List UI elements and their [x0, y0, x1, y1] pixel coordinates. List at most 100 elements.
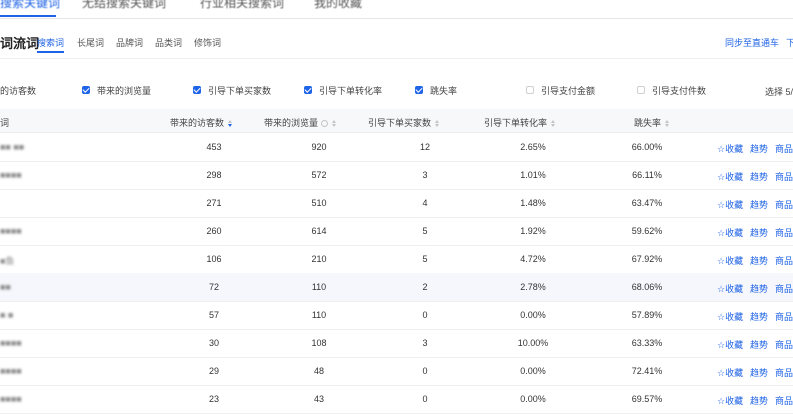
conversion-cell: 1.48%: [520, 198, 546, 208]
product-link[interactable]: 商品: [775, 366, 793, 379]
checkbox-icon[interactable]: [526, 86, 534, 94]
keyword-cell[interactable]: ■■■■: [0, 366, 22, 376]
top-tab-bar: 搜索关键词 无结搜索关键词 行业相关搜索词 我的收藏: [0, 0, 793, 19]
table-row: ■■■■ 298 572 3 1.01% 66.11% ☆收藏 趋势 商品: [0, 161, 793, 190]
download-link[interactable]: 下: [786, 36, 793, 49]
section-title: 词流词: [0, 36, 40, 51]
views-cell: 510: [311, 198, 327, 208]
column-order-conversion[interactable]: 引导下单转化率: [484, 116, 556, 129]
trend-link[interactable]: 趋势: [750, 338, 768, 351]
checkbox-icon[interactable]: [637, 86, 645, 94]
tab-my-favorites[interactable]: 我的收藏: [314, 0, 362, 11]
visitors-cell: 57: [208, 310, 220, 320]
collect-button[interactable]: ☆收藏: [717, 310, 743, 323]
keyword-cell[interactable]: ■ ■: [0, 310, 13, 320]
checkbox-icon[interactable]: [304, 86, 312, 94]
trend-link[interactable]: 趋势: [750, 170, 768, 183]
tab-industry-keywords[interactable]: 行业相关搜索词: [200, 0, 284, 11]
trend-link[interactable]: 趋势: [750, 394, 768, 407]
product-link[interactable]: 商品: [775, 142, 793, 155]
keyword-cell[interactable]: ■■■■: [0, 226, 22, 236]
column-visitors[interactable]: 带来的访客数: [170, 116, 233, 129]
table-row: ■ ■ 57 110 0 0.00% 57.89% ☆收藏 趋势 商品: [0, 301, 793, 330]
table-row: ■■ ■■ 453 920 12 2.65% 66.00% ☆收藏 趋势 商品: [0, 133, 793, 162]
table-row: ■■■■ 30 108 3 10.00% 63.33% ☆收藏 趋势 商品: [0, 329, 793, 358]
product-link[interactable]: 商品: [775, 394, 793, 407]
sort-icon[interactable]: [665, 120, 670, 127]
product-link[interactable]: 商品: [775, 170, 793, 183]
views-cell: 108: [311, 338, 327, 348]
keyword-cell[interactable]: ■■: [0, 282, 11, 292]
collect-button[interactable]: ☆收藏: [717, 142, 743, 155]
keyword-cell[interactable]: ■鱼: [0, 254, 14, 267]
collect-button[interactable]: ☆收藏: [717, 254, 743, 267]
column-order-buyers[interactable]: 引导下单买家数: [368, 116, 440, 129]
subtab-long-tail[interactable]: 长尾词: [77, 36, 104, 49]
checkbox-icon[interactable]: [415, 86, 423, 94]
bounce-cell: 63.47%: [631, 198, 663, 208]
product-link[interactable]: 商品: [775, 226, 793, 239]
conversion-cell: 10.00%: [517, 338, 549, 348]
collect-button[interactable]: ☆收藏: [717, 282, 743, 295]
trend-link[interactable]: 趋势: [750, 142, 768, 155]
sort-icon[interactable]: [228, 120, 233, 127]
collect-button[interactable]: ☆收藏: [717, 338, 743, 351]
trend-link[interactable]: 趋势: [750, 198, 768, 211]
tab-no-result-keywords[interactable]: 无结搜索关键词: [82, 0, 166, 11]
bounce-cell: 63.33%: [631, 338, 663, 348]
checkbox-icon[interactable]: [193, 86, 201, 94]
trend-link[interactable]: 趋势: [750, 282, 768, 295]
keyword-cell[interactable]: ■■■■: [0, 338, 22, 348]
help-icon[interactable]: [321, 120, 329, 127]
keyword-cell[interactable]: ■■ ■■: [0, 142, 24, 152]
tab-search-keywords[interactable]: 搜索关键词: [0, 0, 60, 11]
product-link[interactable]: 商品: [775, 282, 793, 295]
sync-to-ztc-link[interactable]: 同步至直通车: [725, 36, 779, 49]
column-views[interactable]: 带来的浏览量: [264, 116, 337, 129]
sort-icon[interactable]: [435, 120, 440, 127]
buyers-cell: 0: [422, 394, 428, 404]
subtab-search-words[interactable]: 搜索词: [37, 36, 64, 49]
visitors-cell: 260: [206, 226, 222, 236]
subtab-indicator: [37, 51, 64, 53]
metric-payment-items[interactable]: 引导支付件数: [637, 84, 706, 96]
collect-button[interactable]: ☆收藏: [717, 198, 743, 211]
metric-payment-amount[interactable]: 引导支付金额: [526, 84, 595, 96]
column-label: 引导下单转化率: [484, 118, 548, 128]
table-row: ■■ 72 110 2 2.78% 68.06% ☆收藏 趋势 商品: [0, 273, 793, 302]
metric-visitors[interactable]: 的访客数: [0, 84, 36, 96]
bounce-cell: 72.41%: [631, 366, 663, 376]
buyers-cell: 0: [422, 366, 428, 376]
product-link[interactable]: 商品: [775, 310, 793, 323]
keyword-cell[interactable]: ■■■■: [0, 170, 22, 180]
collect-button[interactable]: ☆收藏: [717, 394, 743, 407]
subtab-modifier[interactable]: 修饰词: [194, 36, 221, 49]
metric-views[interactable]: 带来的浏览量: [82, 84, 151, 96]
metric-order-conversion[interactable]: 引导下单转化率: [304, 84, 382, 96]
subtab-brand[interactable]: 品牌词: [116, 36, 143, 49]
collect-button[interactable]: ☆收藏: [717, 226, 743, 239]
metric-label: 引导下单买家数: [208, 85, 272, 96]
metric-bounce-rate[interactable]: 跳失率: [415, 84, 457, 96]
trend-link[interactable]: 趋势: [750, 366, 768, 379]
collect-button[interactable]: ☆收藏: [717, 170, 743, 183]
sort-icon[interactable]: [332, 120, 337, 127]
sort-icon[interactable]: [551, 120, 556, 127]
product-link[interactable]: 商品: [775, 198, 793, 211]
collect-button[interactable]: ☆收藏: [717, 366, 743, 379]
trend-link[interactable]: 趋势: [750, 310, 768, 323]
checkbox-icon[interactable]: [82, 86, 90, 94]
subtab-category[interactable]: 品类词: [155, 36, 182, 49]
product-link[interactable]: 商品: [775, 338, 793, 351]
trend-link[interactable]: 趋势: [750, 254, 768, 267]
conversion-cell: 4.72%: [520, 254, 546, 264]
bounce-cell: 66.11%: [632, 170, 662, 180]
visitors-cell: 453: [206, 142, 222, 152]
column-bounce-rate[interactable]: 跳失率: [634, 116, 670, 129]
metric-order-buyers[interactable]: 引导下单买家数: [193, 84, 271, 96]
metric-label: 的访客数: [0, 85, 37, 96]
product-link[interactable]: 商品: [775, 254, 793, 267]
trend-link[interactable]: 趋势: [750, 226, 768, 239]
keyword-cell[interactable]: ■■■■: [0, 394, 22, 404]
buyers-cell: 3: [422, 170, 428, 180]
